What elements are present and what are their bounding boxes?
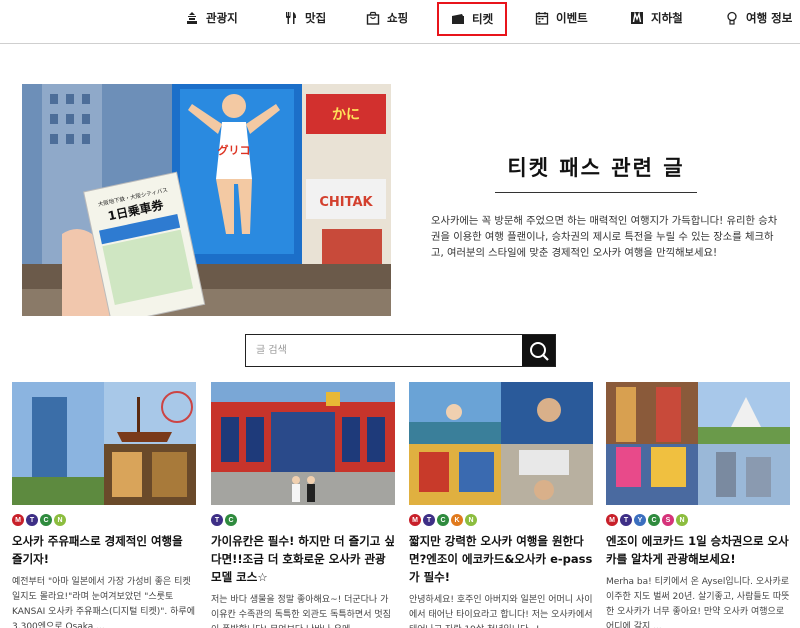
search-icon: [529, 341, 549, 361]
nav-label: 맛집: [305, 11, 327, 25]
nav-label: 이벤트: [556, 11, 588, 25]
nav-label: 관광지: [206, 11, 238, 25]
shopping-bag-icon: [366, 11, 380, 25]
temple-icon: [185, 11, 199, 25]
nav-label: 쇼핑: [387, 11, 409, 25]
svg-text:CHITAK: CHITAK: [319, 195, 373, 210]
tag-badge: N: [676, 514, 688, 526]
tag-badge: T: [211, 514, 223, 526]
calendar-icon: [535, 11, 549, 25]
lightbulb-icon: [725, 11, 739, 25]
nav-label: 티켓: [472, 12, 494, 26]
svg-text:かに: かに: [332, 107, 360, 123]
article-excerpt: 예전부터 "아마 일본에서 가장 가성비 좋은 티켓일지도 몰라요!"라며 눈여…: [12, 577, 195, 628]
article-excerpt: 저는 바다 생물을 정말 좋아해요~! 더군다나 가이유칸 수족관의 독특한 외…: [211, 595, 391, 628]
article-thumbnail[interactable]: [211, 382, 395, 505]
tag-badge: C: [40, 514, 52, 526]
nav-item-restaurants[interactable]: 맛집: [284, 0, 326, 36]
article-thumbnail[interactable]: [12, 382, 196, 505]
article-title[interactable]: 가이유칸은 필수! 하지만 더 즐기고 싶다면!!조금 더 호화로운 오사카 관…: [211, 532, 395, 586]
nav-item-shopping[interactable]: 쇼핑: [366, 0, 408, 36]
article-card[interactable]: T C 가이유칸은 필수! 하지만 더 즐기고 싶다면!!조금 더 호화로운 오…: [211, 382, 395, 628]
article-title[interactable]: 짧지만 강력한 오사카 여행을 원한다면?엔조이 에코카드&오사카 e-pass…: [409, 532, 593, 586]
tag-badge: T: [620, 514, 632, 526]
article-thumbnail[interactable]: [409, 382, 593, 505]
article-card[interactable]: M T Y C S N 엔조이 에코카드 1일 승차권으로 오사카를 알차게 관…: [606, 382, 790, 628]
fork-knife-icon: [284, 11, 298, 25]
tag-badge: T: [423, 514, 435, 526]
tag-badge: Y: [634, 514, 646, 526]
tag-badge: T: [26, 514, 38, 526]
svg-text:グリコ: グリコ: [218, 143, 251, 157]
page-title: 티켓 패스 관련 글: [495, 152, 697, 193]
nav-item-subway[interactable]: 지하철: [630, 0, 683, 36]
top-navigation: 관광지 맛집 쇼핑 티켓 이벤트 지하철 여행 정보: [0, 0, 800, 44]
article-card[interactable]: M T C K N 짧지만 강력한 오사카 여행을 원한다면?엔조이 에코카드&…: [409, 382, 593, 628]
tag-badge: M: [12, 514, 24, 526]
category-tags: M T Y C S N: [606, 514, 790, 526]
search-input[interactable]: [246, 335, 522, 366]
tag-badge: C: [437, 514, 449, 526]
nav-label: 지하철: [651, 11, 683, 25]
search-bar: [245, 334, 556, 367]
tag-badge: C: [648, 514, 660, 526]
tag-badge: M: [606, 514, 618, 526]
nav-label: 여행 정보: [746, 11, 793, 25]
tag-badge: N: [54, 514, 66, 526]
nav-item-tickets[interactable]: 티켓: [437, 2, 508, 36]
search-button[interactable]: [522, 335, 555, 366]
category-tags: T C: [211, 514, 395, 526]
article-title[interactable]: 오사카 주유패스로 경제적인 여행을 즐기자!: [12, 532, 196, 568]
tag-badge: K: [451, 514, 463, 526]
article-thumbnail[interactable]: [606, 382, 790, 505]
nav-item-sightseeing[interactable]: 관광지: [185, 0, 238, 36]
article-excerpt: 안녕하세요! 호주인 아버지와 일본인 어머니 사이에서 태어난 타이요라고 합…: [409, 595, 593, 628]
ticket-icon: [451, 12, 465, 26]
category-tags: M T C K N: [409, 514, 593, 526]
article-title[interactable]: 엔조이 에코카드 1일 승차권으로 오사카를 알차게 관광해보세요!: [606, 532, 790, 568]
hero-image: グリコ かに CHITAK 大阪地下鉄・大阪シティバス 1日乗車券: [22, 84, 391, 316]
nav-item-travel-info[interactable]: 여행 정보: [725, 0, 792, 36]
subway-icon: [630, 11, 644, 25]
page-description: 오사카에는 꼭 방문해 주었으면 하는 매력적인 여행지가 가득합니다! 유리한…: [431, 215, 778, 259]
tag-badge: S: [662, 514, 674, 526]
category-tags: M T C N: [12, 514, 196, 526]
nav-item-events[interactable]: 이벤트: [535, 0, 588, 36]
tag-badge: N: [465, 514, 477, 526]
tag-badge: M: [409, 514, 421, 526]
article-card[interactable]: M T C N 오사카 주유패스로 경제적인 여행을 즐기자! 예전부터 "아마…: [12, 382, 196, 628]
article-excerpt: Merha ba! 티키에서 온 Aysel입니다. 오사카로 이주한 지도 벌…: [606, 577, 790, 628]
tag-badge: C: [225, 514, 237, 526]
